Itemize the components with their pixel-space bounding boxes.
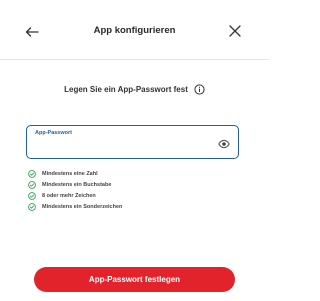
password-input[interactable] xyxy=(35,140,215,154)
eye-icon[interactable] xyxy=(218,137,230,149)
requirement-item: Mindestens eine Zahl xyxy=(28,168,248,179)
close-icon xyxy=(229,25,241,37)
header-bar: App konfigurieren xyxy=(0,0,269,60)
requirement-item: Mindestens ein Buchstabe xyxy=(28,179,248,190)
requirement-text: 8 oder mehr Zeichen xyxy=(42,192,96,199)
subtitle-row: Legen Sie ein App-Passwort fest xyxy=(0,84,269,95)
password-field-label: App-Passwort xyxy=(35,130,72,136)
set-app-password-button[interactable]: App-Passwort festlegen xyxy=(34,267,235,292)
requirement-item: Mindestens ein Sonderzeichen xyxy=(28,201,248,212)
app-configuration-screen: App konfigurieren Legen Sie ein App-Pass… xyxy=(0,0,269,301)
check-circle-icon xyxy=(28,191,36,200)
password-field[interactable]: App-Passwort xyxy=(26,125,239,159)
check-circle-icon xyxy=(28,180,36,189)
requirement-text: Mindestens ein Sonderzeichen xyxy=(42,203,123,210)
requirement-text: Mindestens eine Zahl xyxy=(42,170,98,177)
subtitle: Legen Sie ein App-Passwort fest xyxy=(64,85,188,94)
requirement-text: Mindestens ein Buchstabe xyxy=(42,181,112,188)
check-circle-icon xyxy=(28,169,36,178)
info-icon[interactable] xyxy=(194,84,205,95)
password-requirements-list: Mindestens eine Zahl Mindestens ein Buchs… xyxy=(28,168,248,212)
requirement-item: 8 oder mehr Zeichen xyxy=(28,190,248,201)
check-circle-icon xyxy=(28,202,36,211)
close-button[interactable] xyxy=(225,21,245,41)
